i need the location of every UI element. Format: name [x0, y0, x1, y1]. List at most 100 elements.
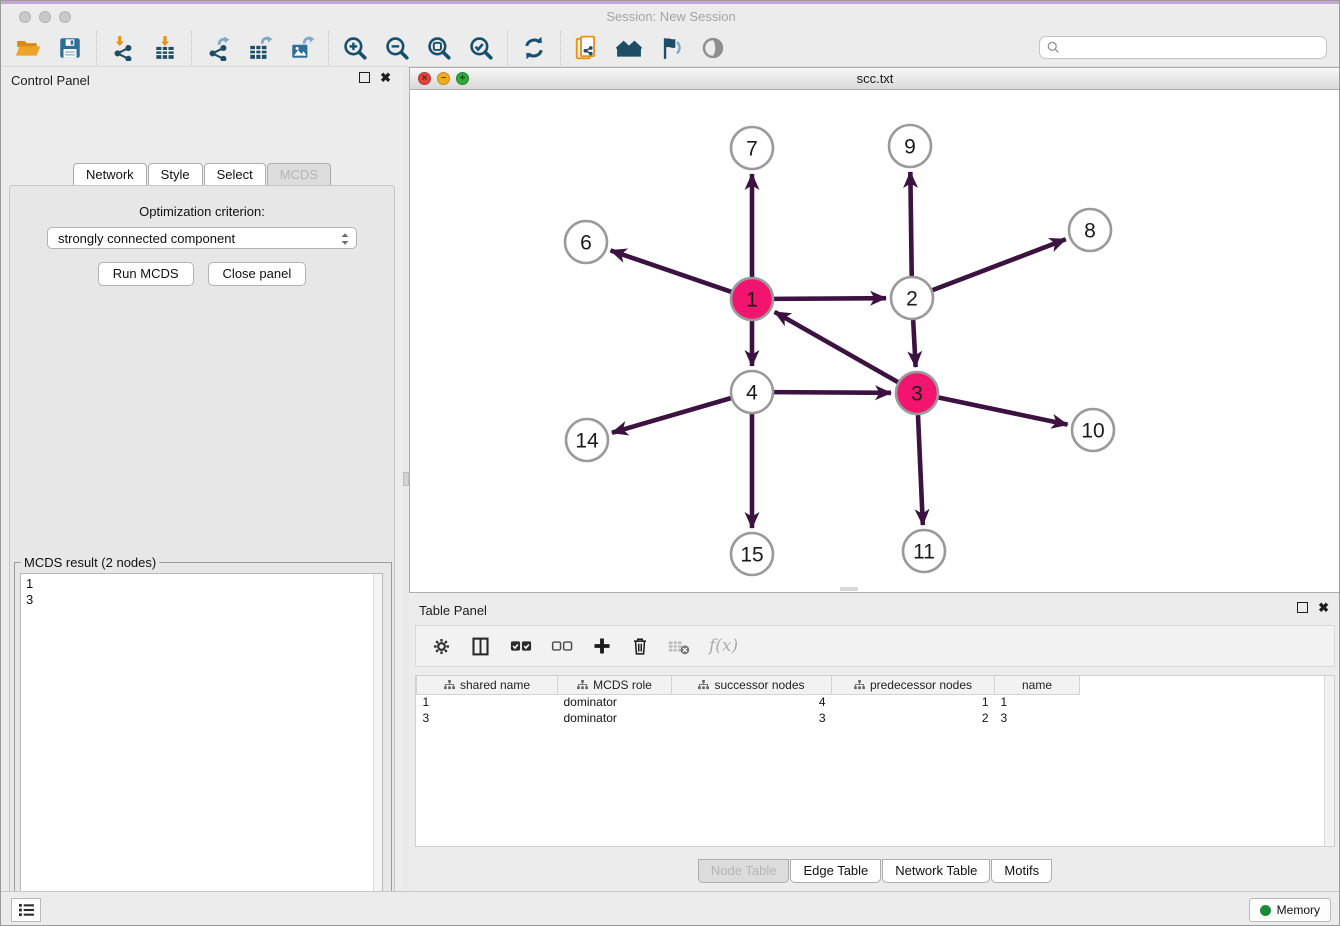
- mcds-result-title: MCDS result (2 nodes): [21, 555, 159, 570]
- canvas-scroll-nub[interactable]: [840, 587, 858, 591]
- graph-node-label-6: 6: [580, 232, 592, 255]
- task-list-icon: [18, 903, 35, 917]
- network-document-icon[interactable]: [574, 35, 600, 61]
- column-header-name[interactable]: name: [995, 676, 1080, 694]
- import-network-icon[interactable]: [110, 35, 136, 61]
- tab-edge-table[interactable]: Edge Table: [790, 859, 881, 883]
- zoom-out-icon[interactable]: [384, 35, 410, 61]
- result-scrollbar[interactable]: [373, 574, 382, 926]
- column-header-predecessor-nodes[interactable]: predecessor nodes: [832, 676, 995, 694]
- mcds-panel-body: Optimization criterion: strongly connect…: [9, 185, 395, 926]
- network-window-titlebar[interactable]: × − + scc.txt: [410, 68, 1340, 90]
- add-column-icon[interactable]: [592, 636, 612, 656]
- graph-edge-4-3[interactable]: [774, 392, 891, 393]
- home-layouts-icon[interactable]: [616, 35, 642, 61]
- import-table-icon[interactable]: [152, 35, 178, 61]
- control-panel-title: Control Panel: [11, 73, 90, 88]
- graph-edge-1-2[interactable]: [774, 298, 886, 299]
- titlebar: Session: New Session: [1, 4, 1340, 29]
- table-scrollbar[interactable]: [1324, 676, 1334, 846]
- zoom-selected-icon[interactable]: [468, 35, 494, 61]
- export-table-icon[interactable]: [247, 35, 273, 61]
- refresh-layout-icon[interactable]: [521, 35, 547, 61]
- hide-graphics-details-icon[interactable]: [658, 35, 684, 61]
- column-type-icon: [698, 680, 709, 690]
- memory-status-icon: [1260, 905, 1271, 916]
- graph-node-label-11: 11: [913, 541, 935, 564]
- tab-network-table[interactable]: Network Table: [882, 859, 990, 883]
- show-graphics-details-icon[interactable]: [700, 35, 726, 61]
- function-builder-icon[interactable]: f(x): [709, 636, 738, 656]
- graph-node-label-8: 8: [1084, 220, 1096, 243]
- export-network-icon[interactable]: [205, 35, 231, 61]
- control-panel-tabs: Network Style Select MCDS: [1, 163, 403, 187]
- float-panel-icon[interactable]: [359, 72, 370, 83]
- column-view-icon[interactable]: [470, 636, 491, 657]
- select-all-checks-icon[interactable]: [510, 638, 532, 654]
- float-table-panel-icon[interactable]: [1297, 602, 1308, 613]
- table-panel: Table Panel ✖: [409, 597, 1340, 889]
- table-panel-title: Table Panel: [419, 603, 487, 618]
- graph-node-label-1: 1: [746, 289, 758, 312]
- graph-edge-4-14[interactable]: [612, 398, 731, 433]
- graph-edge-1-6[interactable]: [611, 250, 732, 291]
- graph-node-label-4: 4: [746, 382, 758, 405]
- graph-node-label-3: 3: [911, 383, 923, 406]
- close-table-panel-icon[interactable]: ✖: [1318, 602, 1329, 613]
- table-toolbar: f(x): [415, 625, 1335, 667]
- table-row[interactable]: 3 dominator 3 2 3: [417, 710, 1080, 726]
- table-row[interactable]: 1 dominator 4 1 1: [417, 694, 1080, 710]
- column-type-icon: [577, 680, 588, 690]
- graph-edge-2-8[interactable]: [933, 239, 1066, 290]
- tab-network[interactable]: Network: [73, 163, 147, 187]
- window-title: Session: New Session: [1, 9, 1340, 24]
- tab-select[interactable]: Select: [204, 163, 266, 187]
- control-panel: Control Panel ✖ Network Style Select MCD…: [1, 67, 403, 889]
- toolbar-separator: [96, 31, 97, 65]
- graph-edge-3-1[interactable]: [775, 312, 898, 382]
- toolbar-separator: [507, 31, 508, 65]
- search-field[interactable]: [1039, 36, 1327, 59]
- memory-button[interactable]: Memory: [1249, 898, 1331, 922]
- mcds-result-box: MCDS result (2 nodes) 1 3: [14, 562, 392, 926]
- graph-edge-3-11[interactable]: [918, 415, 923, 525]
- zoom-in-icon[interactable]: [342, 35, 368, 61]
- tab-style[interactable]: Style: [148, 163, 203, 187]
- node-table: shared name MCDS role successor nodes pr…: [415, 675, 1335, 847]
- graph-node-label-2: 2: [906, 288, 918, 311]
- tab-mcds[interactable]: MCDS: [267, 163, 331, 187]
- mcds-result-area[interactable]: 1 3: [20, 573, 383, 926]
- graph-edge-2-9[interactable]: [910, 172, 911, 276]
- tab-node-table[interactable]: Node Table: [698, 859, 790, 883]
- tab-motifs[interactable]: Motifs: [991, 859, 1052, 883]
- graph-edge-3-10[interactable]: [939, 398, 1068, 425]
- run-mcds-button[interactable]: Run MCDS: [98, 262, 194, 286]
- search-icon: [1046, 40, 1061, 55]
- delete-column-icon[interactable]: [631, 636, 649, 656]
- column-header-mcds-role[interactable]: MCDS role: [558, 676, 672, 694]
- optimization-criterion-select[interactable]: strongly connected component: [47, 227, 357, 249]
- zoom-fit-icon[interactable]: [426, 35, 452, 61]
- column-header-successor-nodes[interactable]: successor nodes: [672, 676, 832, 694]
- graph-node-label-7: 7: [746, 138, 758, 161]
- network-canvas[interactable]: 7968124314101511: [410, 90, 1340, 592]
- deselect-checks-icon[interactable]: [551, 638, 573, 654]
- open-session-icon[interactable]: [15, 35, 41, 61]
- toolbar-separator: [328, 31, 329, 65]
- save-session-icon[interactable]: [57, 35, 83, 61]
- optimization-criterion-value: strongly connected component: [58, 231, 235, 246]
- graph-node-label-14: 14: [575, 430, 599, 453]
- close-panel-icon[interactable]: ✖: [380, 72, 391, 83]
- close-panel-button[interactable]: Close panel: [208, 262, 307, 286]
- export-image-icon[interactable]: [289, 35, 315, 61]
- graph-edge-2-3[interactable]: [913, 320, 915, 367]
- task-history-button[interactable]: [11, 898, 41, 922]
- toolbar-separator: [191, 31, 192, 65]
- network-view-window: × − + scc.txt 7968124314101511: [409, 67, 1340, 593]
- delete-table-icon[interactable]: [668, 638, 690, 655]
- graph-node-label-15: 15: [740, 544, 763, 567]
- search-input[interactable]: [1061, 41, 1326, 55]
- settings-gear-icon[interactable]: [432, 637, 451, 656]
- column-header-shared-name[interactable]: shared name: [417, 676, 558, 694]
- optimization-criterion-label: Optimization criterion:: [10, 204, 394, 219]
